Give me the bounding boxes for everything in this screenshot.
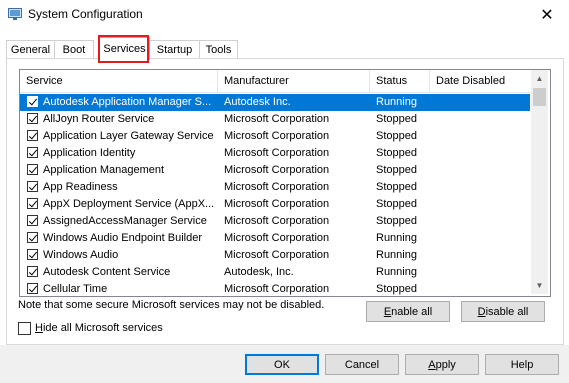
service-checkbox[interactable]: [27, 266, 38, 277]
service-name: Windows Audio: [43, 249, 119, 261]
service-checkbox[interactable]: [27, 113, 38, 124]
column-header-status[interactable]: Status: [370, 70, 430, 92]
scroll-up-arrow-icon[interactable]: ▲: [531, 70, 548, 87]
close-icon: ✕: [540, 7, 554, 24]
table-row[interactable]: Windows Audio Microsoft Corporation Runnin…: [20, 247, 530, 264]
service-manufacturer: Microsoft Corporation: [224, 113, 330, 125]
services-list[interactable]: Service Manufacturer Status Date Disable…: [19, 69, 551, 297]
ok-button[interactable]: OK: [245, 354, 319, 375]
service-manufacturer: Microsoft Corporation: [224, 249, 330, 261]
tab-general[interactable]: General: [6, 40, 55, 59]
column-header-date-disabled[interactable]: Date Disabled: [430, 70, 530, 92]
service-name: Application Management: [43, 164, 165, 176]
table-row[interactable]: Application Layer Gateway Service Microso…: [20, 128, 530, 145]
table-row[interactable]: AppX Deployment Service (AppX... Microsof…: [20, 196, 530, 213]
service-manufacturer: Microsoft Corporation: [224, 215, 330, 227]
service-name: AllJoyn Router Service: [43, 113, 155, 125]
table-row[interactable]: Autodesk Application Manager S... Autodes…: [20, 94, 530, 111]
service-manufacturer: Microsoft Corporation: [224, 130, 330, 142]
service-name: Cellular Time: [43, 283, 108, 295]
hide-microsoft-services-checkbox[interactable]: [18, 322, 31, 335]
service-checkbox[interactable]: [27, 249, 38, 260]
scroll-down-arrow-icon[interactable]: ▼: [531, 277, 548, 294]
service-manufacturer: Autodesk Inc.: [224, 96, 291, 108]
apply-button[interactable]: Apply: [405, 354, 479, 375]
list-header: Service Manufacturer Status Date Disable…: [20, 70, 530, 93]
scroll-thumb[interactable]: [533, 88, 546, 106]
tab-tools[interactable]: Tools: [199, 40, 238, 59]
service-checkbox[interactable]: [27, 147, 38, 158]
service-manufacturer: Microsoft Corporation: [224, 181, 330, 193]
service-status: Running: [376, 96, 417, 108]
service-name: Application Layer Gateway Service: [43, 130, 214, 142]
tab-strip: General Boot Services Startup Tools: [6, 37, 563, 60]
help-button[interactable]: Help: [485, 354, 559, 375]
service-status: Stopped: [376, 147, 417, 159]
service-manufacturer: Microsoft Corporation: [224, 198, 330, 210]
service-status: Stopped: [376, 130, 417, 142]
service-checkbox[interactable]: [27, 283, 38, 294]
table-row[interactable]: Windows Audio Endpoint Builder Microsoft …: [20, 230, 530, 247]
column-header-manufacturer[interactable]: Manufacturer: [218, 70, 370, 92]
service-status: Stopped: [376, 181, 417, 193]
service-status: Stopped: [376, 215, 417, 227]
service-status: Running: [376, 249, 417, 261]
list-rows: Autodesk Application Manager S... Autodes…: [20, 94, 530, 296]
service-name: Autodesk Content Service: [43, 266, 171, 278]
service-status: Running: [376, 266, 417, 278]
service-manufacturer: Microsoft Corporation: [224, 164, 330, 176]
service-manufacturer: Microsoft Corporation: [224, 232, 330, 244]
enable-all-button[interactable]: Enable all: [366, 301, 450, 322]
table-row[interactable]: Application Management Microsoft Corporat…: [20, 162, 530, 179]
window-title: System Configuration: [28, 7, 143, 21]
vertical-scrollbar[interactable]: ▲ ▼: [531, 70, 548, 294]
service-status: Stopped: [376, 164, 417, 176]
tab-boot[interactable]: Boot: [54, 40, 94, 59]
column-header-service[interactable]: Service: [20, 70, 218, 92]
service-checkbox[interactable]: [27, 215, 38, 226]
system-configuration-icon: [8, 8, 22, 20]
dialog-button-bar: OK Cancel Apply Help: [0, 345, 569, 383]
table-row[interactable]: Autodesk Content Service Autodesk, Inc. Ru…: [20, 264, 530, 281]
table-row[interactable]: AssignedAccessManager Service Microsoft C…: [20, 213, 530, 230]
service-checkbox[interactable]: [27, 232, 38, 243]
table-row[interactable]: App Readiness Microsoft Corporation Stoppe…: [20, 179, 530, 196]
service-checkbox[interactable]: [27, 130, 38, 141]
tab-startup[interactable]: Startup: [149, 40, 200, 59]
service-status: Stopped: [376, 198, 417, 210]
service-name: Application Identity: [43, 147, 136, 159]
disable-all-button[interactable]: Disable all: [461, 301, 545, 322]
service-checkbox[interactable]: [27, 96, 38, 107]
service-name: AssignedAccessManager Service: [43, 215, 207, 227]
cancel-button[interactable]: Cancel: [325, 354, 399, 375]
service-name: AppX Deployment Service (AppX...: [43, 198, 215, 210]
service-checkbox[interactable]: [27, 164, 38, 175]
service-name: Autodesk Application Manager S...: [43, 96, 212, 108]
service-name: App Readiness: [43, 181, 118, 193]
tab-services[interactable]: Services: [99, 37, 150, 60]
service-name: Windows Audio Endpoint Builder: [43, 232, 202, 244]
close-button[interactable]: ✕: [525, 0, 569, 30]
service-status: Stopped: [376, 113, 417, 125]
service-manufacturer: Microsoft Corporation: [224, 283, 330, 295]
hide-microsoft-services-label[interactable]: Hide all Microsoft services: [35, 322, 163, 334]
table-row[interactable]: AllJoyn Router Service Microsoft Corporat…: [20, 111, 530, 128]
service-checkbox[interactable]: [27, 181, 38, 192]
title-bar: System Configuration ✕: [0, 0, 569, 30]
service-manufacturer: Microsoft Corporation: [224, 147, 330, 159]
table-row[interactable]: Cellular Time Microsoft Corporation Stoppe…: [20, 281, 530, 296]
table-row[interactable]: Application Identity Microsoft Corporatio…: [20, 145, 530, 162]
service-status: Stopped: [376, 283, 417, 295]
service-manufacturer: Autodesk, Inc.: [224, 266, 294, 278]
secure-services-note: Note that some secure Microsoft services…: [18, 299, 325, 311]
service-checkbox[interactable]: [27, 198, 38, 209]
service-status: Running: [376, 232, 417, 244]
